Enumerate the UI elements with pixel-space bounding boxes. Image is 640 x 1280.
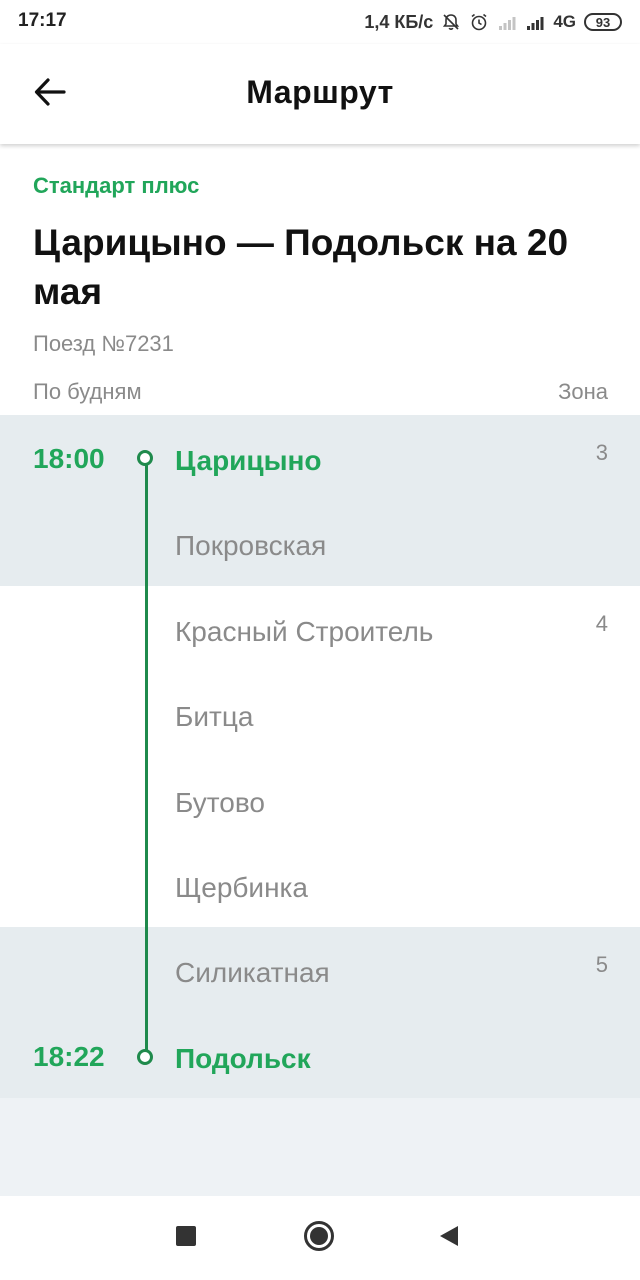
- signal-full-icon: [525, 12, 545, 32]
- departure-time: 18:00: [33, 443, 105, 474]
- stop-name: Подольск: [175, 1042, 311, 1074]
- route-end-marker: [137, 1049, 153, 1065]
- stop-row-butovo: Бутово: [0, 757, 640, 842]
- app-bar: Маршрут: [0, 44, 640, 144]
- route-start-marker: [137, 450, 153, 466]
- back-icon: [437, 1224, 461, 1253]
- status-icons: 1,4 КБ/с 4G 93: [364, 9, 622, 35]
- stop-zone: 3: [595, 440, 608, 465]
- battery-level: 93: [595, 14, 611, 30]
- status-bar: 17:17 1,4 КБ/с 4G 93: [0, 0, 640, 44]
- alarm-icon: [469, 12, 489, 32]
- route-timeline-line: [144, 460, 148, 1056]
- notifications-off-icon: [441, 12, 461, 32]
- arrival-time: 18:22: [33, 1040, 105, 1072]
- network-speed: 1,4 КБ/с: [364, 11, 434, 32]
- content-background: [0, 1098, 640, 1196]
- stop-name: Битца: [175, 701, 254, 733]
- stop-row-pokrovskaya: Покровская: [0, 500, 640, 586]
- stop-row-krasny-stroitel: Красный Строитель 4: [0, 586, 640, 671]
- stop-row-silikatnaya: Силикатная 5: [0, 927, 640, 1013]
- stop-row-bittsa: Битца: [0, 671, 640, 756]
- fare-type-label: Стандарт плюс: [33, 173, 200, 198]
- stop-row-tsaritsyno: 18:00 Царицыно 3: [0, 415, 640, 501]
- stop-zone: 4: [595, 610, 608, 636]
- home-button[interactable]: [303, 1220, 335, 1257]
- stop-name: Силикатная: [175, 957, 330, 989]
- system-nav-bar: [0, 1196, 640, 1280]
- network-type: 4G: [553, 12, 576, 31]
- page-title: Маршрут: [246, 74, 394, 110]
- stop-name: Покровская: [175, 530, 327, 562]
- status-time: 17:17: [18, 10, 67, 31]
- zone-column-header: Зона: [558, 379, 608, 404]
- route-title: Царицыно — Подольск на 20 мая: [33, 222, 569, 312]
- stop-name: Бутово: [175, 786, 265, 818]
- system-back-button[interactable]: [433, 1222, 465, 1254]
- stop-row-podolsk: 18:22 Подольск: [0, 1012, 640, 1099]
- stop-name: Царицыно: [175, 445, 322, 476]
- stops-list: 18:00 Царицыно 3 Покровская Красный Стро…: [0, 415, 640, 1099]
- stop-row-shcherbinka: Щербинка: [0, 842, 640, 927]
- train-number: Поезд №7231: [33, 331, 174, 356]
- home-icon: [303, 1220, 335, 1257]
- signal-weak-icon: [497, 12, 517, 32]
- stop-name: Красный Строитель: [175, 615, 434, 647]
- recent-apps-icon: [174, 1224, 198, 1253]
- recent-apps-button[interactable]: [170, 1222, 202, 1254]
- battery-icon: 93: [584, 13, 622, 31]
- stop-name: Щербинка: [175, 871, 308, 903]
- stop-zone: 5: [595, 952, 608, 978]
- schedule-days: По будням: [33, 379, 142, 404]
